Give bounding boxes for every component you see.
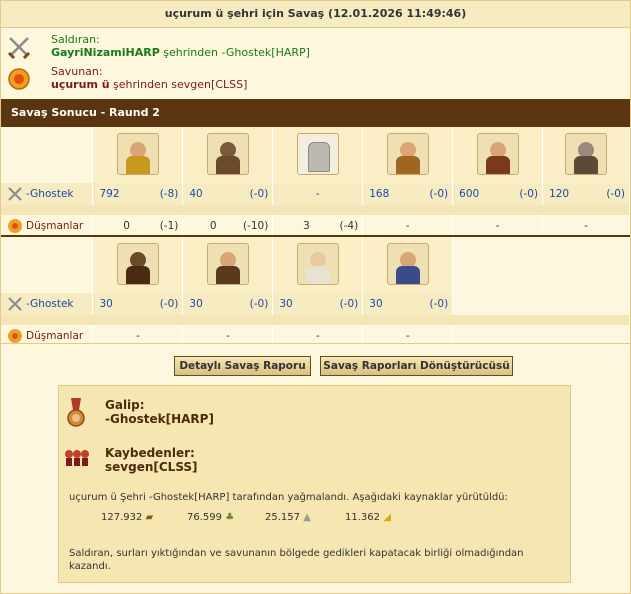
unit-count: - — [584, 220, 588, 232]
defender-name[interactable]: Düşmanlar — [26, 330, 83, 342]
spacer-row — [1, 205, 630, 215]
marble-icon: ▲ — [303, 512, 311, 523]
defender-label: Savunan: — [51, 65, 103, 78]
detailed-report-button[interactable]: Detaylı Savaş Raporu — [174, 356, 311, 376]
resource-amount: 127.932 — [101, 512, 143, 523]
resource-amount: 11.362 — [345, 512, 380, 523]
unit-count: 40 — [189, 188, 203, 200]
wine-icon: ♣ — [225, 512, 235, 523]
losers-label: Kaybedenler: — [105, 446, 195, 460]
unit-count: - — [405, 220, 410, 232]
divider — [1, 343, 630, 344]
shield-icon — [7, 328, 23, 344]
battering-ram-icon[interactable] — [116, 242, 159, 285]
unit-loss: (-0) — [249, 298, 269, 310]
unit-loss: (-0) — [249, 188, 269, 200]
attacker-section: Saldıran: GayriNizamiHARP şehrinden -Gho… — [1, 31, 630, 65]
unit-count: 0 — [209, 220, 217, 232]
resource-amount: 76.599 — [187, 512, 222, 523]
loser-name[interactable]: sevgen[CLSS] — [105, 460, 198, 474]
battle-report-panel: uçurum ü şehri için Savaş (12.01.2026 11… — [0, 0, 631, 594]
resource-wood: 127.932 ▰ — [101, 512, 153, 523]
catapult-icon[interactable] — [206, 132, 249, 175]
victory-reason-line2: kazandı. — [69, 561, 111, 572]
crossed-swords-icon — [7, 37, 31, 59]
unit-loss: (-4) — [339, 220, 359, 232]
victory-reason-line1: Saldıran, surları yıktığından ve savunan… — [69, 548, 524, 559]
defender-row-1: Düşmanlar 0 (-1) 0 (-10) 3 (-4) - - - — [1, 215, 630, 237]
spacer-row — [1, 315, 630, 325]
unit-loss: (-0) — [339, 298, 359, 310]
units-table-2: -Ghostek 30 (-0) 30 (-0) 30 (-0) 30 (-0) Düş… — [1, 237, 630, 347]
report-converter-button[interactable]: Savaş Raporları Dönüştürücüsü — [320, 356, 513, 376]
unit-count: - — [136, 330, 140, 342]
attacker-row-2: -Ghostek 30 (-0) 30 (-0) 30 (-0) 30 (-0) — [1, 293, 630, 315]
resource-marble: 25.157 ▲ — [265, 512, 311, 523]
defender-suffix[interactable]: şehrinden sevgen[CLSS] — [110, 78, 247, 91]
gunner-icon[interactable] — [476, 132, 519, 175]
defender-city-link[interactable]: uçurum ü — [51, 78, 110, 91]
crossed-swords-icon — [7, 186, 23, 202]
unit-count: 30 — [369, 298, 383, 310]
unit-count: 600 — [459, 188, 480, 200]
report-title: uçurum ü şehri için Savaş (12.01.2026 11… — [1, 1, 630, 28]
battle-summary: Galip: -Ghostek[HARP] Kaybedenler: sevge… — [58, 385, 571, 583]
unit-loss: (-10) — [242, 220, 269, 232]
battle-result-header: Savaş Sonucu - Raund 2 — [1, 99, 630, 127]
attacker-name[interactable]: -Ghostek — [26, 298, 74, 310]
attacker-city-link[interactable]: GayriNizamiHARP — [51, 46, 160, 59]
unit-count: - — [405, 330, 410, 342]
defender-line: uçurum ü şehrinden sevgen[CLSS] — [51, 78, 247, 91]
resource-sulfur: 11.362 ◢ — [345, 512, 391, 523]
attacker-row-1: -Ghostek 792 (-8) 40 (-0) - 168 (-0) 600 (-0… — [1, 183, 630, 205]
unit-count: 168 — [369, 188, 390, 200]
sulfur-icon: ◢ — [383, 512, 391, 523]
attacker-label: Saldıran: — [51, 33, 100, 46]
units-table-1: -Ghostek 792 (-8) 40 (-0) - 168 (-0) 600 (-0… — [1, 127, 630, 237]
resource-amount: 25.157 — [265, 512, 300, 523]
unit-loss: (-0) — [159, 298, 179, 310]
fallen-soldiers-icon — [65, 450, 89, 466]
unit-loss: (-0) — [429, 298, 449, 310]
unit-count: - — [225, 330, 230, 342]
crossed-swords-icon — [7, 296, 23, 312]
unit-loss: (-0) — [606, 188, 625, 200]
wood-icon: ▰ — [145, 512, 154, 523]
unit-count: 120 — [549, 188, 570, 200]
defender-name[interactable]: Düşmanlar — [26, 220, 83, 232]
doctor-icon[interactable] — [296, 242, 339, 285]
unit-loss: (-0) — [429, 188, 449, 200]
unit-loss: (-8) — [159, 188, 179, 200]
sulfur-carrier-icon[interactable] — [386, 132, 429, 175]
unit-icons-row — [1, 127, 630, 183]
unit-count: - — [495, 220, 500, 232]
unit-count: 30 — [189, 298, 203, 310]
attacker-line: GayriNizamiHARP şehrinden -Ghostek[HARP] — [51, 46, 310, 59]
unit-count: 30 — [279, 298, 293, 310]
unit-loss: (-0) — [519, 188, 539, 200]
mortar-icon[interactable] — [206, 242, 249, 285]
winner-label: Galip: — [105, 398, 145, 412]
ballista-icon[interactable] — [565, 132, 608, 175]
defender-section: Savunan: uçurum ü şehrinden sevgen[CLSS] — [1, 63, 630, 97]
medal-icon — [67, 398, 85, 427]
winner-name[interactable]: -Ghostek[HARP] — [105, 412, 214, 426]
unit-count: 30 — [99, 298, 113, 310]
shield-icon — [7, 218, 23, 234]
wall-icon[interactable] — [296, 132, 339, 175]
unit-count: 0 — [123, 220, 130, 232]
unit-count: 792 — [99, 188, 120, 200]
cook-icon[interactable] — [386, 242, 429, 285]
shield-icon — [8, 68, 30, 90]
unit-count: - — [315, 330, 320, 342]
unit-icons-row — [1, 237, 630, 293]
plunder-text: uçurum ü Şehri -Ghostek[HARP] tarafından… — [69, 492, 508, 503]
resource-wine: 76.599 ♣ — [187, 512, 234, 523]
hoplite-icon[interactable] — [116, 132, 159, 175]
unit-count: 3 — [303, 220, 310, 232]
unit-loss: (-1) — [159, 220, 179, 232]
attacker-suffix[interactable]: şehrinden -Ghostek[HARP] — [160, 46, 310, 59]
attacker-name[interactable]: -Ghostek — [26, 188, 74, 200]
unit-count: - — [315, 188, 320, 200]
